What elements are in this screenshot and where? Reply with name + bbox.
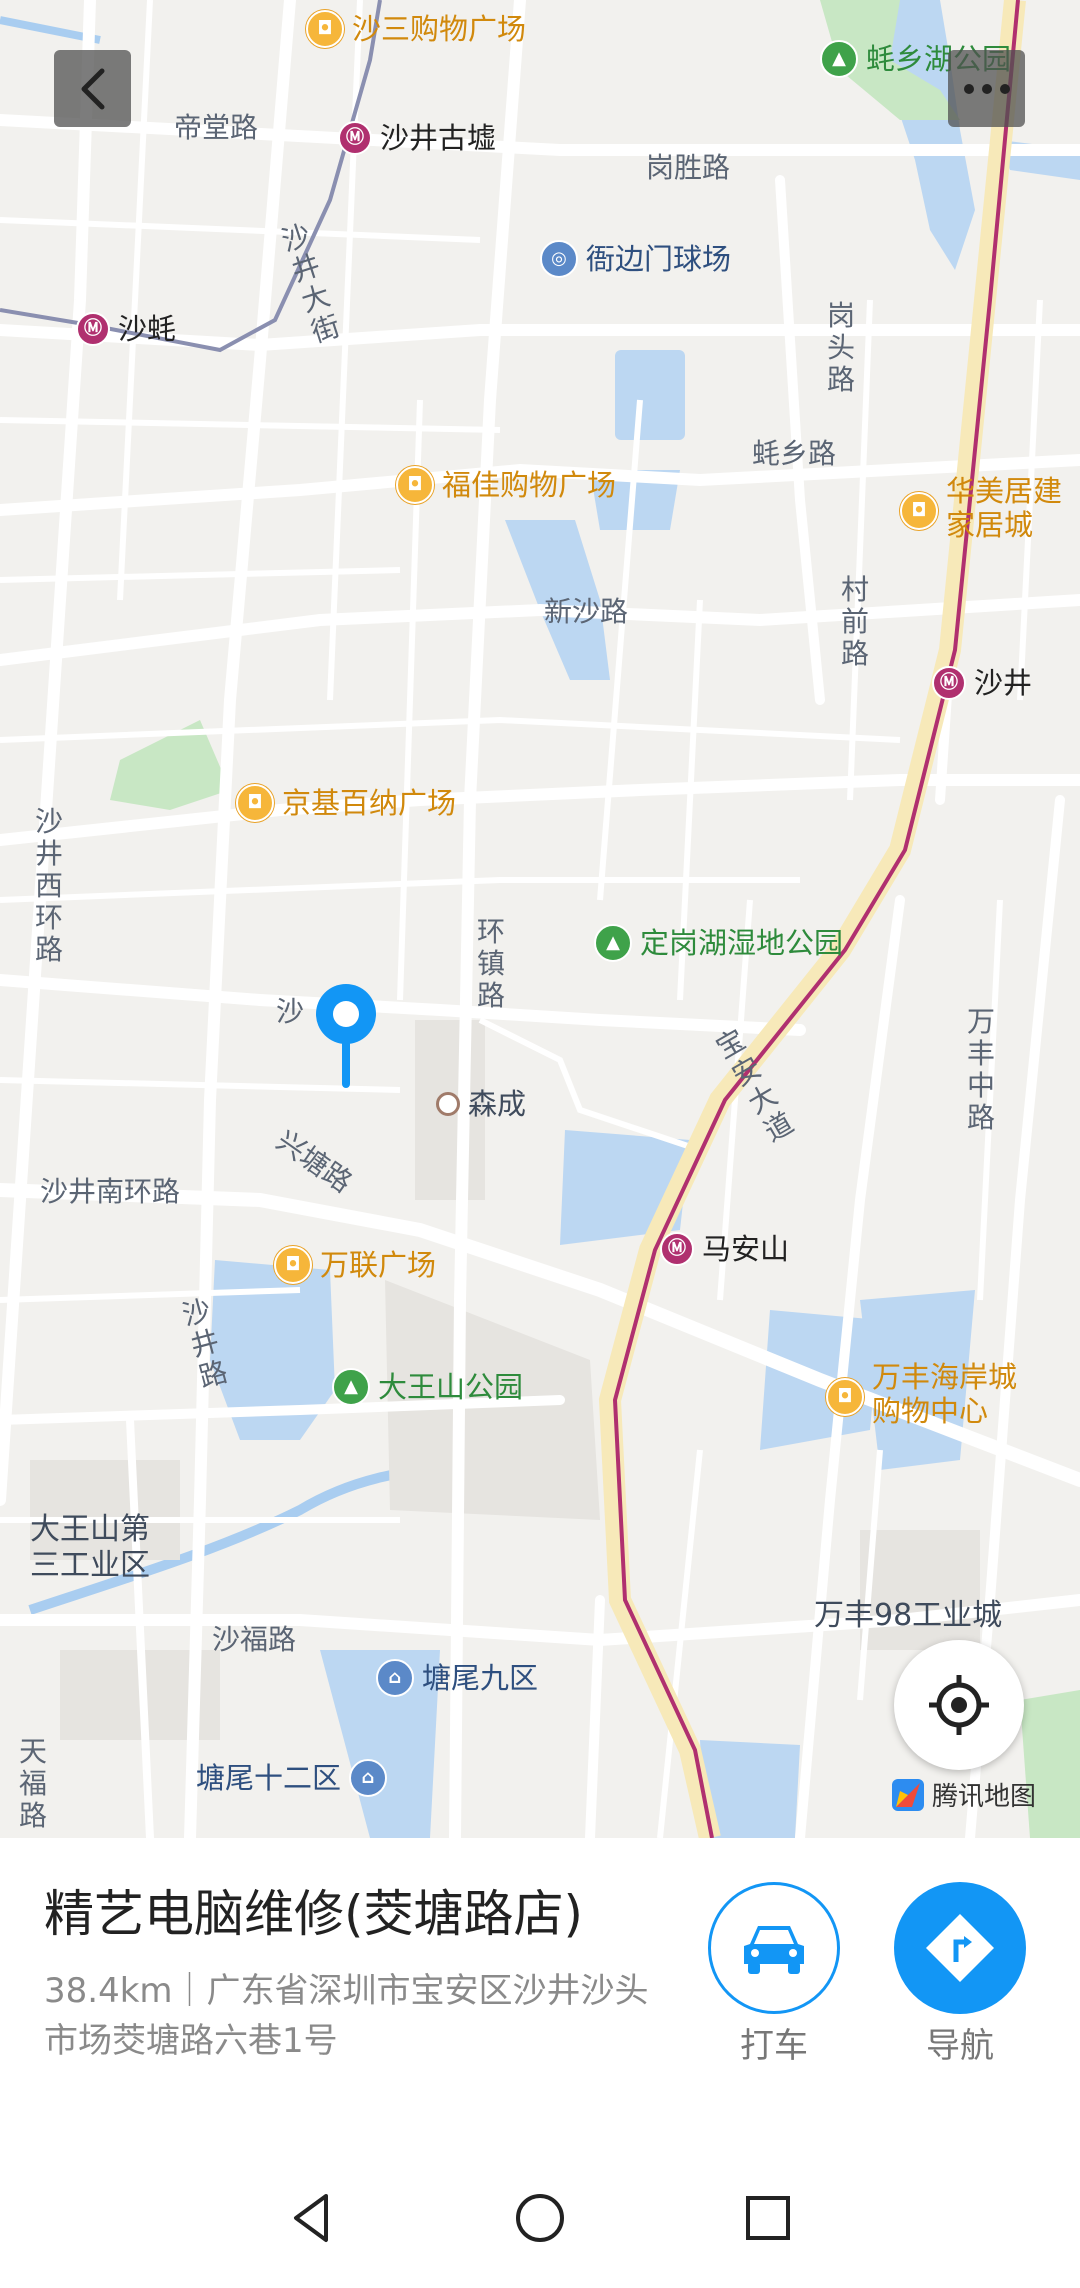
road-shajing-south-ring: 沙井南环路 (40, 1175, 181, 1208)
recents-icon[interactable] (738, 2188, 798, 2248)
poi-metro-shajing-guxu[interactable]: Ⓜ 沙井古墟 (338, 121, 496, 155)
poi-metro-shajing[interactable]: Ⓜ 沙井 (932, 666, 1032, 700)
navigation-icon (926, 1914, 994, 1982)
locate-me-button[interactable] (894, 1640, 1024, 1770)
metro-icon: Ⓜ (932, 666, 966, 700)
area-dawangshan-industrial: 大王山第 三工业区 (30, 1512, 150, 1583)
location-pin-icon[interactable] (312, 980, 380, 1090)
poi-wanlian-plaza[interactable]: ◘ 万联广场 (274, 1246, 436, 1284)
metro-icon: Ⓜ (338, 121, 372, 155)
poi-wanfeng-coastal-city[interactable]: ◘ 万丰海岸城 购物中心 (826, 1360, 1017, 1428)
poi-yabianmen-court[interactable]: ◎ 衙边门球场 (540, 240, 731, 278)
car-icon (744, 1926, 804, 1974)
road-ditang: 帝堂路 (174, 111, 259, 144)
park-tree-icon: ▲ (594, 924, 632, 962)
road-gangsheng: 岗胜路 (646, 151, 731, 184)
shopping-icon: ◘ (236, 784, 274, 822)
metro-icon: Ⓜ (76, 312, 110, 346)
back-icon[interactable] (282, 2188, 342, 2248)
road-tianfu: 天福路 (18, 1735, 47, 1832)
place-address: 38.4km｜广东省深圳市宝安区沙井沙头市场茭塘路六巷1号 (44, 1971, 649, 2061)
shopping-icon: ◘ (396, 466, 434, 504)
poi-tangwei-12[interactable]: ⌂ 塘尾十二区 (196, 1759, 388, 1797)
poi-tangwei-9[interactable]: ⌂ 塘尾九区 (376, 1659, 538, 1697)
navigate-button[interactable]: 导航 (894, 1882, 1026, 2066)
road-shajing-west-ring: 沙井西环路 (34, 805, 63, 966)
chevron-left-icon (81, 68, 104, 109)
road-gangtou: 岗头路 (826, 299, 855, 396)
poi-dinggang-wetland[interactable]: ▲ 定岗湖湿地公园 (594, 924, 843, 962)
poi-shasan-mall[interactable]: ◘ 沙三购物广场 (306, 10, 526, 48)
more-dots-icon (963, 83, 1010, 94)
taxi-label: 打车 (740, 2026, 808, 2066)
crosshair-icon (929, 1675, 989, 1735)
park-tree-icon: ▲ (332, 1368, 370, 1406)
house-icon: ⌂ (349, 1759, 388, 1797)
road-huanzhen: 环镇路 (476, 915, 505, 1012)
stadium-icon: ◎ (540, 240, 578, 278)
more-options-button[interactable] (948, 50, 1025, 127)
taxi-button[interactable]: 打车 (708, 1882, 840, 2066)
poi-metro-maanshan[interactable]: Ⓜ 马安山 (660, 1232, 789, 1266)
system-navigation-bar (0, 2148, 1080, 2288)
map-attribution: 腾讯地图 (890, 1776, 1036, 1813)
poi-fujia-mall[interactable]: ◘ 福佳购物广场 (396, 466, 616, 504)
shopping-icon: ◘ (274, 1246, 312, 1284)
park-tree-icon: ▲ (820, 40, 858, 78)
dot-icon (436, 1092, 460, 1116)
road-xinsha: 新沙路 (544, 595, 629, 628)
place-title: 精艺电脑维修(茭塘路店) (44, 1885, 584, 1943)
poi-metro-shahao[interactable]: Ⓜ 沙蚝 (76, 312, 176, 346)
home-icon[interactable] (510, 2188, 570, 2248)
road-cunqian: 村前路 (840, 573, 869, 670)
metro-icon: Ⓜ (660, 1232, 694, 1266)
back-button[interactable] (54, 50, 131, 127)
poi-sencheng[interactable]: 森成 (436, 1087, 526, 1121)
poi-dawangshan-park[interactable]: ▲ 大王山公园 (332, 1368, 523, 1406)
shopping-icon: ◘ (900, 492, 938, 530)
road-haoxiang: 蚝乡路 (752, 437, 837, 470)
taxi-circle[interactable] (708, 1882, 840, 2014)
road-wanfeng-middle: 万丰中路 (966, 1005, 995, 1134)
area-wanfeng-98: 万丰98工业城 (814, 1598, 1003, 1633)
road-sha-partial: 沙 (276, 995, 305, 1028)
road-shafu: 沙福路 (212, 1623, 297, 1656)
shopping-icon: ◘ (826, 1378, 864, 1416)
navigate-circle[interactable] (894, 1882, 1026, 2014)
poi-jingji-baina[interactable]: ◘ 京基百纳广场 (236, 784, 456, 822)
tencent-map-logo-icon (892, 1778, 924, 1811)
navigate-label: 导航 (926, 2026, 994, 2066)
shopping-icon: ◘ (306, 10, 344, 48)
place-info-panel: 精艺电脑维修(茭塘路店) 38.4km｜广东省深圳市宝安区沙井沙头市场茭塘路六巷… (0, 1838, 1080, 2148)
map-view[interactable]: ◘ 沙三购物广场 ▲ 蚝乡湖公园 Ⓜ 沙井古墟 Ⓜ 沙蚝 ◎ 衙边门球场 ◘ 福… (0, 0, 1080, 1838)
house-icon: ⌂ (376, 1659, 414, 1697)
poi-huameiju[interactable]: ◘ 华美居建 家居城 (900, 474, 1062, 542)
